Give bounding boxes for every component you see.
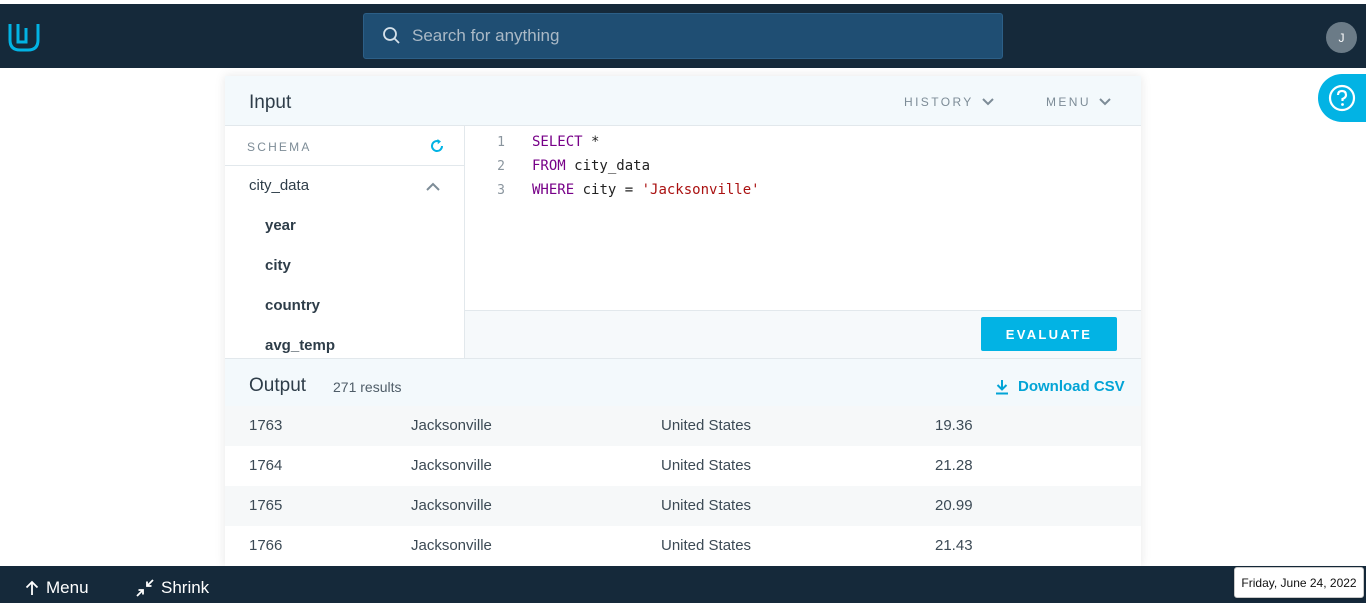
menu-toggle-button[interactable]: Menu xyxy=(24,578,89,598)
code-line[interactable]: SELECT * xyxy=(532,134,599,150)
schema-table-name[interactable]: city_data xyxy=(249,177,309,194)
schema-column[interactable]: country xyxy=(265,297,320,314)
download-icon xyxy=(996,379,1008,394)
cell-avg-temp: 21.43 xyxy=(935,537,973,554)
schema-header: SCHEMA xyxy=(225,126,464,166)
cell-avg-temp: 21.28 xyxy=(935,457,973,474)
evaluate-bar: EVALUATE xyxy=(465,310,1141,358)
menu-dropdown[interactable]: MENU xyxy=(1046,95,1111,109)
schema-label: SCHEMA xyxy=(247,140,312,154)
code-line[interactable]: FROM city_data xyxy=(532,158,650,174)
input-header: Input HISTORY MENU xyxy=(225,76,1141,126)
result-count: 271 results xyxy=(333,379,402,395)
menu-toggle-label: Menu xyxy=(46,578,89,597)
schema-column[interactable]: city xyxy=(265,257,291,274)
schema-column[interactable]: year xyxy=(265,217,296,234)
cell-year: 1764 xyxy=(249,457,283,474)
sql-workspace-card: Input HISTORY MENU SCHEMA city_data year… xyxy=(225,76,1141,566)
cell-city: Jacksonville xyxy=(411,497,492,514)
search-icon xyxy=(383,27,400,44)
schema-panel: SCHEMA city_data year city country avg_t… xyxy=(225,126,465,358)
table-row: 1763 Jacksonville United States 19.36 xyxy=(225,406,1141,446)
cell-year: 1763 xyxy=(249,417,283,434)
cell-country: United States xyxy=(661,417,752,434)
line-number: 1 xyxy=(497,135,505,150)
sql-editor[interactable]: 1 SELECT * 2 FROM city_data 3 WHERE city… xyxy=(465,126,1141,310)
cell-country: United States xyxy=(661,537,752,554)
output-title: Output xyxy=(249,375,307,396)
table-row: 1765 Jacksonville United States 20.99 xyxy=(225,486,1141,526)
code-text: city_data xyxy=(565,158,651,174)
bottom-bar: Menu Shrink xyxy=(0,566,1366,603)
cell-country: United States xyxy=(661,497,752,514)
date-tooltip: Friday, June 24, 2022 xyxy=(1234,567,1364,598)
shrink-label: Shrink xyxy=(161,578,210,597)
menu-label: MENU xyxy=(1046,95,1091,109)
schema-column[interactable]: avg_temp xyxy=(265,337,335,354)
table-row: 1766 Jacksonville United States 21.43 xyxy=(225,526,1141,566)
download-csv-label: Download CSV xyxy=(1018,378,1125,395)
shrink-button[interactable]: Shrink xyxy=(135,578,209,598)
output-header: Output 271 results Download CSV xyxy=(225,358,1141,409)
sql-keyword: WHERE xyxy=(532,182,575,198)
search-input[interactable] xyxy=(412,14,972,58)
code-line[interactable]: WHERE city = 'Jacksonville' xyxy=(532,182,760,198)
history-dropdown[interactable]: HISTORY xyxy=(904,95,994,109)
line-number: 2 xyxy=(497,159,505,174)
sql-keyword: SELECT xyxy=(532,134,583,150)
cell-country: United States xyxy=(661,457,752,474)
cell-year: 1765 xyxy=(249,497,283,514)
cell-city: Jacksonville xyxy=(411,417,492,434)
evaluate-button[interactable]: EVALUATE xyxy=(981,317,1117,351)
chevron-down-icon xyxy=(982,98,994,106)
chevron-down-icon xyxy=(1099,98,1111,106)
table-row: 1764 Jacksonville United States 21.28 xyxy=(225,446,1141,486)
input-title: Input xyxy=(249,92,292,113)
cell-city: Jacksonville xyxy=(411,457,492,474)
refresh-icon[interactable] xyxy=(429,138,445,154)
shrink-icon xyxy=(136,579,154,597)
chevron-up-icon[interactable] xyxy=(426,182,440,191)
cell-avg-temp: 19.36 xyxy=(935,417,973,434)
cell-year: 1766 xyxy=(249,537,283,554)
download-csv-button[interactable]: Download CSV xyxy=(995,378,1125,395)
help-button[interactable] xyxy=(1318,74,1366,122)
history-label: HISTORY xyxy=(904,95,974,109)
code-text: * xyxy=(582,134,600,150)
line-number: 3 xyxy=(497,183,505,198)
question-circle-icon xyxy=(1328,84,1356,112)
top-navbar: J xyxy=(0,4,1366,68)
sql-string: 'Jacksonville' xyxy=(641,182,760,198)
sql-keyword: FROM xyxy=(532,158,566,174)
cell-city: Jacksonville xyxy=(411,537,492,554)
avatar[interactable]: J xyxy=(1326,22,1357,53)
code-text: city = xyxy=(574,182,642,198)
udacity-logo-icon[interactable] xyxy=(6,20,42,54)
cell-avg-temp: 20.99 xyxy=(935,497,973,514)
arrow-up-icon xyxy=(25,580,39,595)
search-box[interactable] xyxy=(363,13,1003,59)
